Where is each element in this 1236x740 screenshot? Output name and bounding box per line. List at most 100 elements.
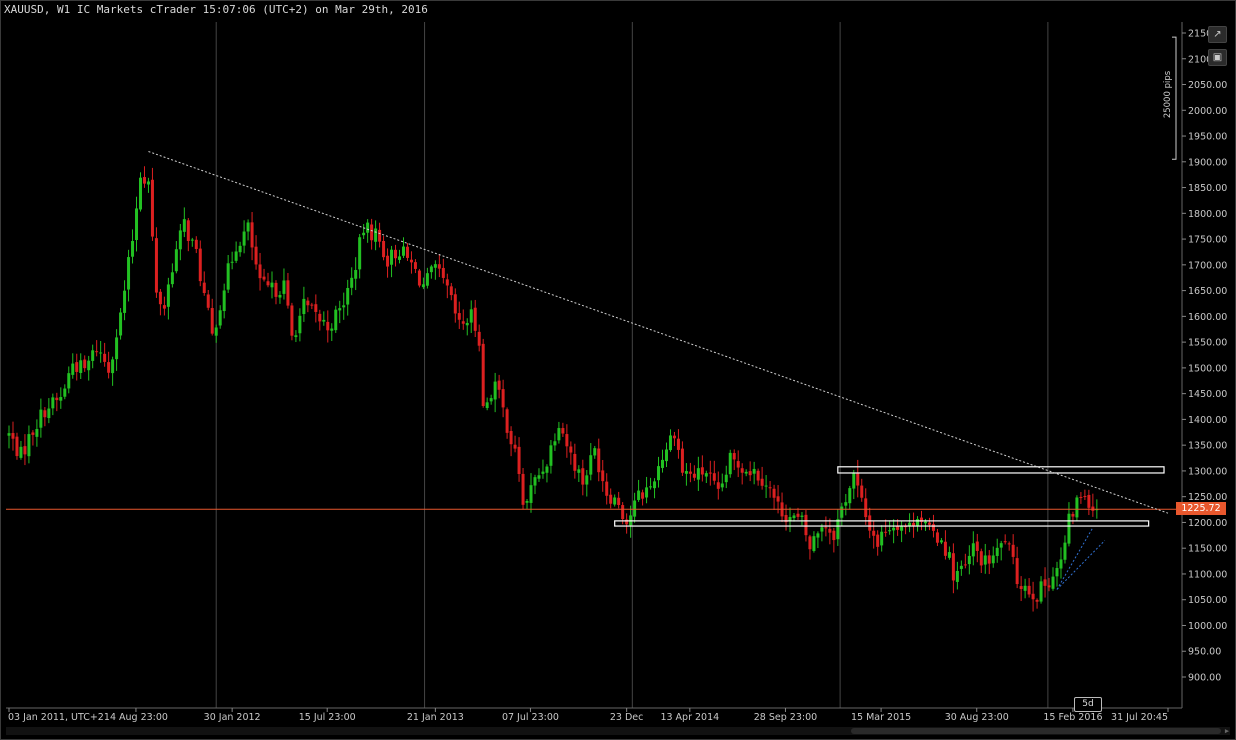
candle-body <box>95 351 99 353</box>
candle-body <box>1043 579 1047 586</box>
candle-body <box>67 373 71 389</box>
candle-body <box>413 262 417 269</box>
y-tick-label: 2000.00 <box>1188 106 1227 117</box>
candle-body <box>270 282 274 288</box>
y-tick-label: 1150.00 <box>1188 544 1227 555</box>
y-tick-label: 1100.00 <box>1188 569 1227 580</box>
candle-body <box>150 179 154 237</box>
candle-body <box>553 441 557 446</box>
candle-body <box>1051 576 1055 589</box>
candle-body <box>987 555 991 564</box>
candle-body <box>764 485 768 487</box>
candle-body <box>218 310 222 326</box>
candle-body <box>127 257 131 290</box>
candle-body <box>916 519 920 526</box>
candle-body <box>158 291 162 305</box>
candle-body <box>955 570 959 582</box>
candle-body <box>581 468 585 485</box>
candle-body <box>497 380 501 390</box>
candle-body <box>71 363 75 375</box>
candle-body <box>736 461 740 468</box>
candle-body <box>804 514 808 536</box>
candle-body <box>481 343 485 406</box>
candle-body <box>828 528 832 533</box>
candle-body <box>768 487 772 489</box>
candle-body <box>386 255 390 267</box>
candle-body <box>760 478 764 486</box>
candle-body <box>174 249 178 272</box>
candle-body <box>876 534 880 547</box>
candle-body <box>645 487 649 498</box>
candle-body <box>107 362 111 373</box>
candle-body <box>1063 542 1067 560</box>
candle-body <box>374 228 378 242</box>
candle-body <box>661 459 665 468</box>
candle-body <box>927 522 931 525</box>
candle-body <box>382 240 386 258</box>
expand-icon[interactable]: ↗ <box>1208 26 1227 43</box>
candle-body <box>720 483 724 488</box>
candle-body <box>63 388 67 397</box>
candle-body <box>7 433 11 436</box>
x-tick-label: 07 Jul 23:00 <box>502 712 559 723</box>
candle-body <box>668 435 672 451</box>
x-tick-label: 21 Jan 2013 <box>407 712 464 723</box>
scroll-right-arrow-icon[interactable]: ▶ <box>1223 727 1231 735</box>
candle-body <box>796 513 800 517</box>
candle-body <box>517 446 521 475</box>
period-badge[interactable]: 5d <box>1074 697 1102 712</box>
candle-body <box>505 409 509 433</box>
candle-body <box>401 246 405 256</box>
chart-canvas[interactable]: 900.00 950.00 1000.00 1050.00 1100.00 1150.00… <box>0 0 1236 740</box>
candle-body <box>613 497 617 505</box>
candle-body <box>971 543 975 557</box>
candle-body <box>15 436 19 457</box>
candle-body <box>286 280 290 306</box>
candle-body <box>991 555 995 564</box>
candle-body <box>509 431 513 445</box>
y-tick-label: 1050.00 <box>1188 595 1227 606</box>
candle-body <box>601 470 605 482</box>
candle-body <box>378 229 382 242</box>
candle-body <box>963 564 967 566</box>
candle-body <box>641 492 645 499</box>
candle-body <box>453 294 457 314</box>
x-tick-label: 31 Jul 20:45 <box>1111 712 1168 723</box>
candle-body <box>688 471 692 474</box>
candle-body <box>1015 558 1019 585</box>
x-tick-label: 13 Apr 2014 <box>660 712 719 723</box>
candle-body <box>79 360 83 373</box>
candle-body <box>238 245 242 253</box>
candle-body <box>142 177 146 184</box>
candle-body <box>485 402 489 409</box>
candle-body <box>561 428 565 434</box>
scrollbar-thumb[interactable] <box>851 728 1221 734</box>
candle-body <box>975 541 979 551</box>
candle-body <box>840 506 844 518</box>
candle-body <box>493 381 497 400</box>
candle-body <box>609 494 613 504</box>
horizontal-scrollbar[interactable]: ▶ <box>6 727 1230 735</box>
y-tick-label: 1550.00 <box>1188 338 1227 349</box>
candle-body <box>892 527 896 531</box>
candle-body <box>294 335 298 338</box>
x-tick-label: 30 Jan 2012 <box>204 712 261 723</box>
y-tick-label: 1900.00 <box>1188 157 1227 168</box>
candle-body <box>776 496 780 502</box>
candle-body <box>513 444 517 449</box>
candle-body <box>254 246 258 265</box>
candle-body <box>322 319 326 322</box>
y-tick-label: 1000.00 <box>1188 621 1227 632</box>
candle-body <box>138 177 142 210</box>
candle-body <box>489 398 493 402</box>
candle-body <box>716 482 720 489</box>
camera-icon[interactable]: ▣ <box>1208 49 1227 66</box>
candle-body <box>724 474 728 483</box>
candle-body <box>330 328 334 331</box>
candle-body <box>1011 544 1015 557</box>
candle-body <box>334 309 338 331</box>
candle-body <box>306 300 310 306</box>
x-tick-label: 23 Dec <box>610 712 644 723</box>
candle-body <box>617 497 621 505</box>
candle-body <box>441 267 445 278</box>
